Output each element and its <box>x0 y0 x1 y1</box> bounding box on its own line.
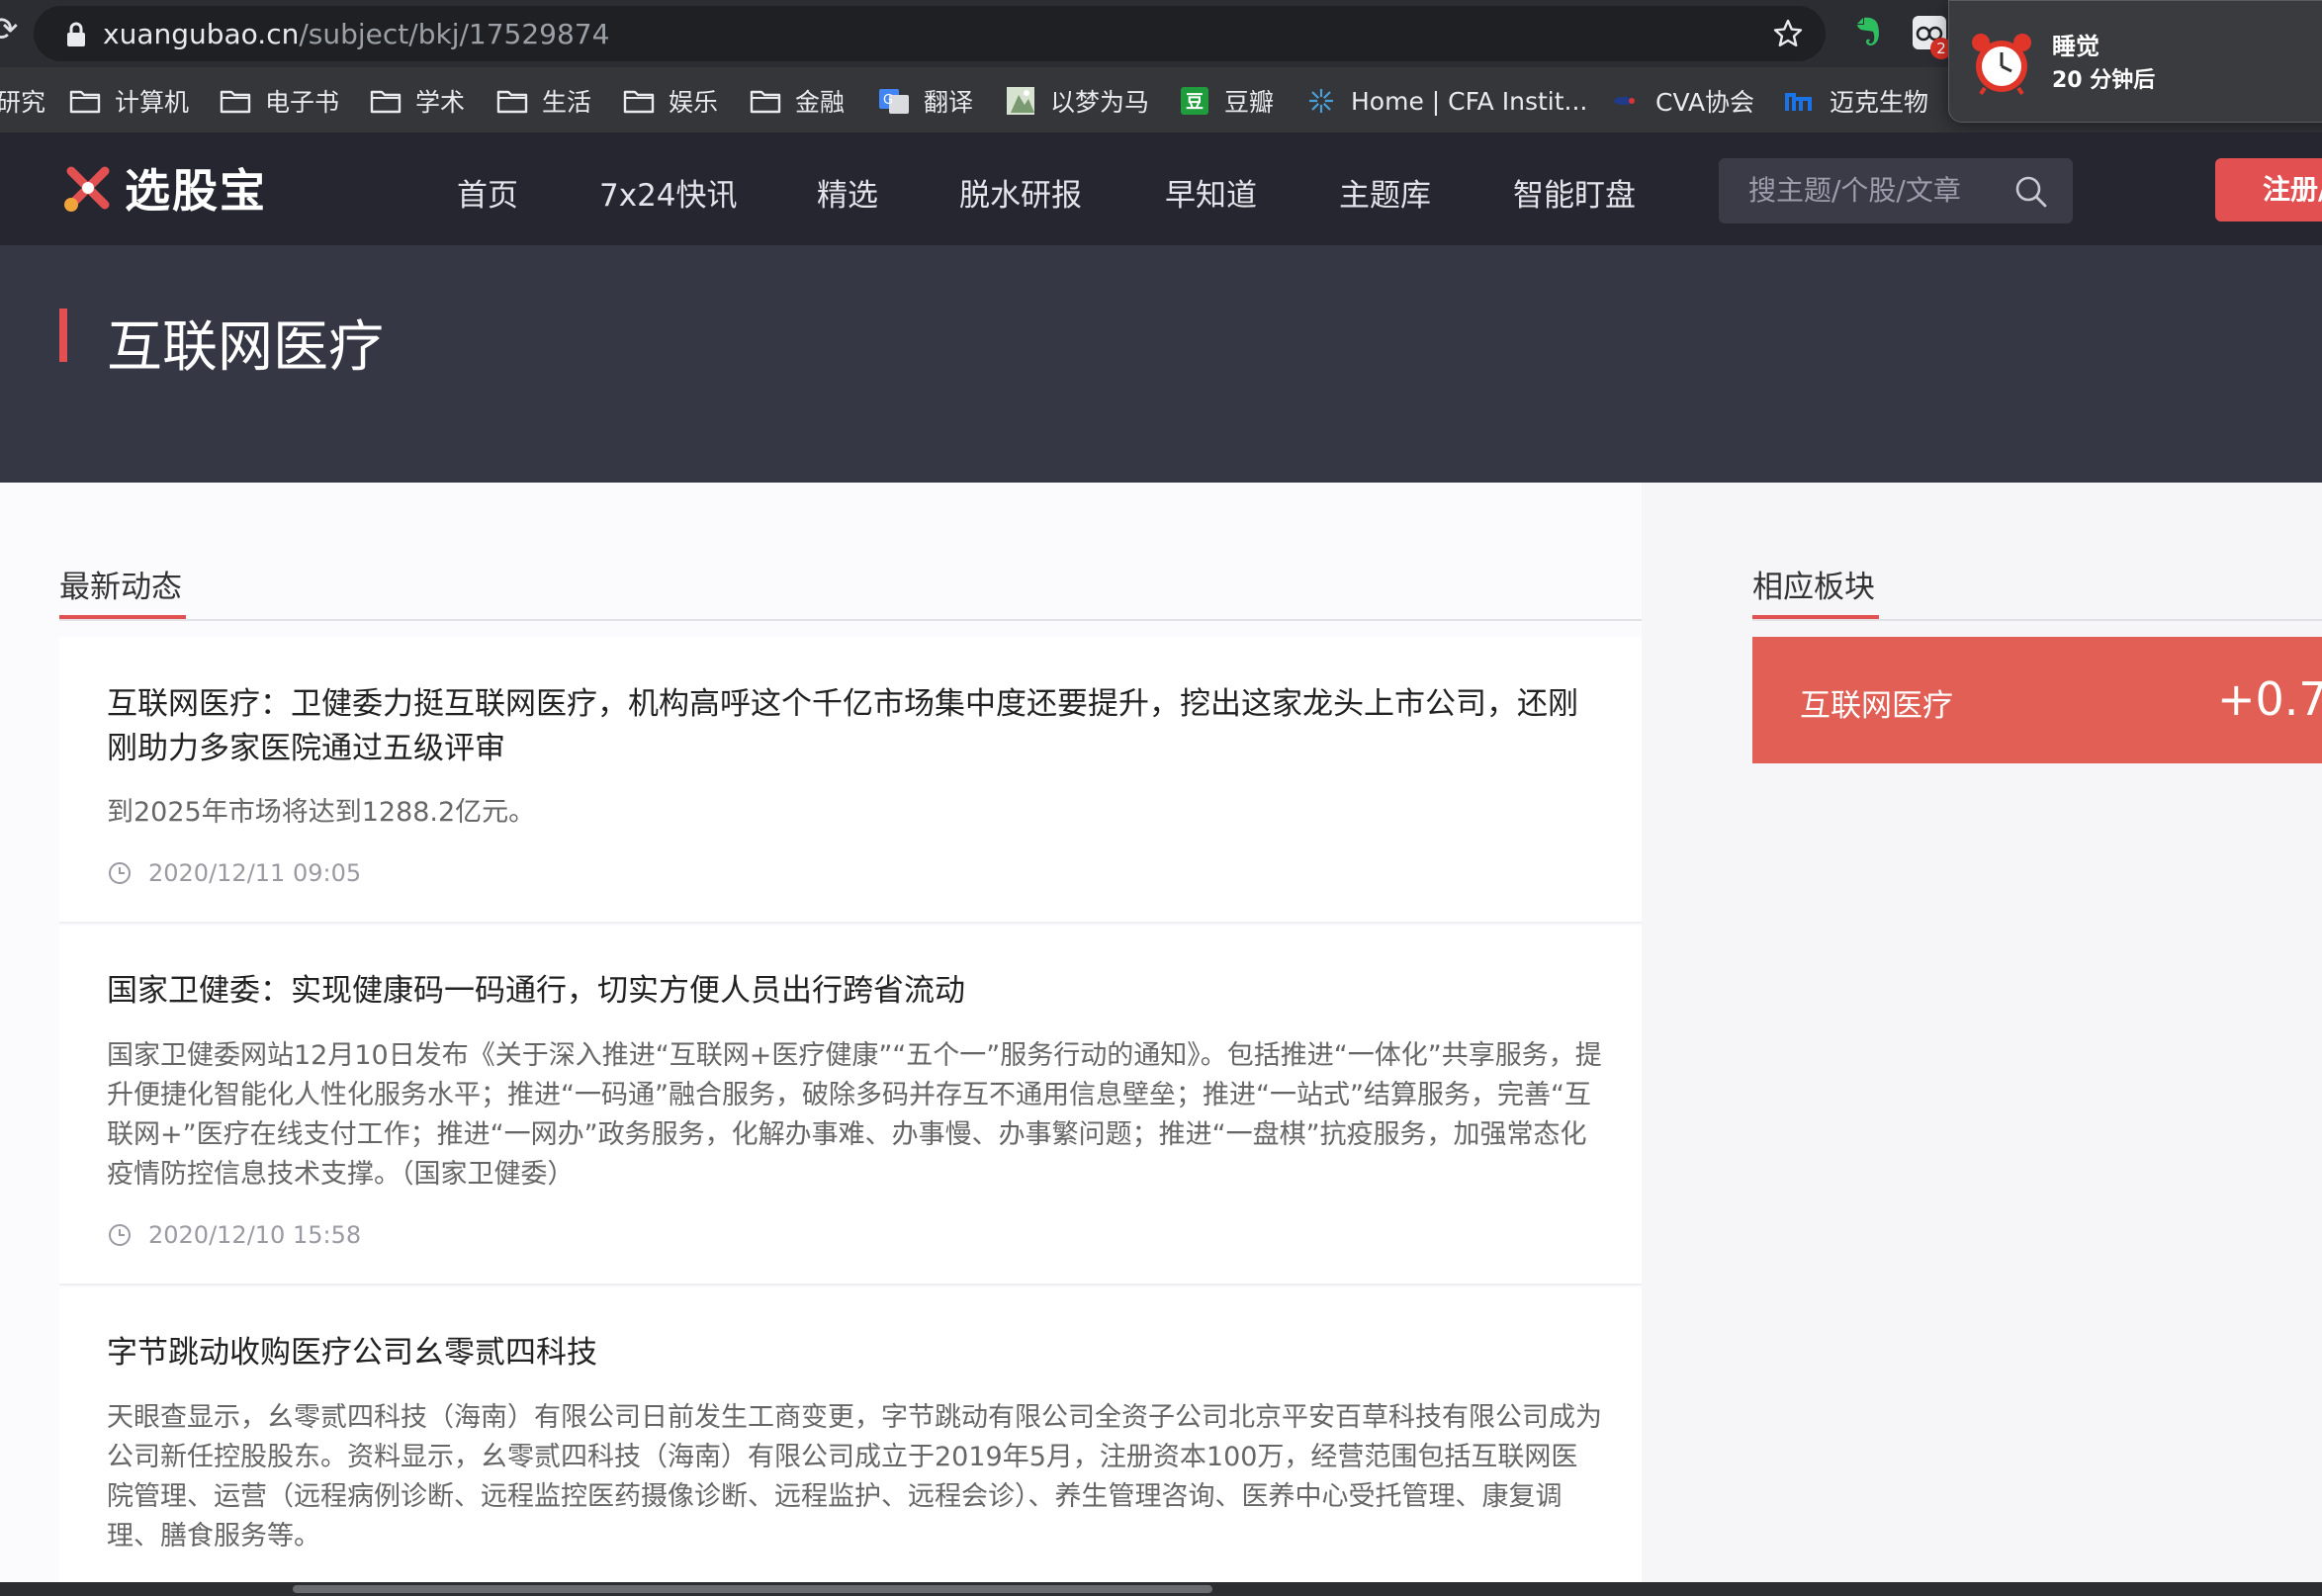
nav-morning-brief[interactable]: 早知道 <box>1165 170 1257 214</box>
folder-icon <box>750 90 781 114</box>
reminder-notification[interactable]: 睡觉 20 分钟后 <box>1948 0 2322 123</box>
url-text[interactable]: xuangubao.cn/subject/bkj/17529874 <box>103 18 609 50</box>
nav-home[interactable]: 首页 <box>457 170 518 214</box>
clock-icon <box>109 862 131 884</box>
bookmark-computer[interactable]: 计算机 <box>69 85 189 117</box>
folder-icon <box>220 90 251 114</box>
svg-text:G: G <box>883 93 893 108</box>
nav-smart-monitor[interactable]: 智能盯盘 <box>1513 170 1636 214</box>
bookmark-cva[interactable]: CVA协会 <box>1610 85 1754 117</box>
scrollbar-thumb[interactable] <box>293 1585 1212 1593</box>
news-summary: 到2025年市场将达到1288.2亿元。 <box>107 797 536 828</box>
timestamp-text: 2020/12/11 09:05 <box>148 859 362 887</box>
bookmark-academic[interactable]: 学术 <box>370 85 465 117</box>
bookmark-label: 金融 <box>795 88 846 117</box>
clock-icon <box>109 1224 131 1246</box>
bookmark-label: 娱乐 <box>669 88 719 117</box>
evernote-extension-icon[interactable] <box>1849 14 1885 49</box>
bookmark-label: 研究 <box>0 88 46 117</box>
translate-icon: G <box>879 89 909 114</box>
news-title[interactable]: 互联网医疗：卫健委力挺互联网医疗，机构高呼这个千亿市场集中度还要提升，挖出这家龙… <box>107 682 1602 771</box>
site-favicon <box>1007 87 1034 115</box>
douban-icon: 豆 <box>1181 87 1208 115</box>
nav-topic-library[interactable]: 主题库 <box>1339 170 1431 214</box>
nav-research[interactable]: 脱水研报 <box>959 170 1082 214</box>
horizontal-scrollbar[interactable] <box>0 1582 2322 1596</box>
bookmark-research[interactable]: 研究 <box>0 85 45 117</box>
site-logo[interactable]: 选股宝 <box>61 158 267 218</box>
reload-icon[interactable]: ⟳ <box>0 10 19 49</box>
feed-header: 最新动态 <box>59 562 1642 621</box>
bookmark-ebook[interactable]: 电子书 <box>220 85 339 117</box>
cfa-icon <box>1309 89 1333 113</box>
folder-icon <box>496 90 528 114</box>
notification-title: 睡觉 <box>2052 33 2099 60</box>
search-input[interactable] <box>1748 172 2006 208</box>
sector-card[interactable]: 互联网医疗 +0.7 <box>1752 637 2322 763</box>
alarm-clock-icon <box>1972 34 2031 96</box>
news-title[interactable]: 字节跳动收购医疗公司幺零贰四科技 <box>107 1331 1602 1375</box>
folder-icon <box>69 90 101 114</box>
bookmark-douban[interactable]: 豆 豆瓣 <box>1179 85 1274 117</box>
news-title[interactable]: 国家卫健委：实现健康码一码通行，切实方便人员出行跨省流动 <box>107 969 1602 1014</box>
sector-name: 互联网医疗 <box>1800 688 1953 724</box>
bookmark-translate[interactable]: G 翻译 <box>878 85 973 117</box>
timestamp-text: 2020/12/10 15:58 <box>148 1221 362 1249</box>
logo-text: 选股宝 <box>125 164 267 218</box>
news-summary: 天眼查显示，幺零贰四科技（海南）有限公司日前发生工商变更，字节跳动有限公司全资子… <box>107 1402 1602 1552</box>
bookmark-label: 迈克生物 <box>1830 88 1929 117</box>
page-title: 互联网医疗 <box>107 315 384 380</box>
bookmark-label: 电子书 <box>265 88 340 117</box>
logo-mark-icon <box>64 166 110 212</box>
bookmark-label: Home | CFA Instit... <box>1351 86 1588 116</box>
register-button[interactable]: 注册/ <box>2215 158 2322 222</box>
bookmark-label: 学术 <box>415 88 466 117</box>
news-card[interactable]: 国家卫健委：实现健康码一码通行，切实方便人员出行跨省流动 国家卫健委网站12月1… <box>59 926 1642 1286</box>
url-path: /subject/bkj/17529874 <box>299 18 610 50</box>
news-timestamp: 2020/12/10 15:58 <box>107 1220 361 1250</box>
topic-banner: 互联网医疗 <box>0 245 2322 483</box>
sector-heading: 相应板块 <box>1752 570 1875 605</box>
site-search <box>1719 158 2073 223</box>
site-header: 选股宝 首页 7x24快讯 精选 脱水研报 早知道 主题库 智能盯盘 注册/ <box>0 133 2322 245</box>
title-accent-bar <box>59 309 67 362</box>
sector-heading-underline <box>1752 615 1879 619</box>
active-tab-underline <box>59 615 186 619</box>
news-card[interactable]: 字节跳动收购医疗公司幺零贰四科技 天眼查显示，幺零贰四科技（海南）有限公司日前发… <box>59 1287 1642 1582</box>
bookmark-entertainment[interactable]: 娱乐 <box>623 85 718 117</box>
folder-icon <box>623 90 655 114</box>
nav-featured[interactable]: 精选 <box>817 170 878 214</box>
bookmark-dream[interactable]: 以梦为马 <box>1005 85 1149 117</box>
bookmark-cfa[interactable]: Home | CFA Instit... <box>1305 85 1587 117</box>
svg-text:豆: 豆 <box>1186 92 1204 113</box>
bookmark-maccura[interactable]: 迈克生物 <box>1784 85 1928 117</box>
bookmark-label: 计算机 <box>115 88 190 117</box>
bookmark-star-icon[interactable] <box>1772 18 1804 49</box>
bookmark-label: CVA协会 <box>1655 88 1755 117</box>
maccura-icon <box>1785 93 1812 111</box>
search-icon[interactable] <box>2013 174 2049 210</box>
bookmark-label: 生活 <box>542 88 592 117</box>
folder-icon <box>370 90 402 114</box>
nav-flash-news[interactable]: 7x24快讯 <box>599 170 738 214</box>
tab-latest[interactable]: 最新动态 <box>59 562 182 606</box>
bookmark-life[interactable]: 生活 <box>496 85 591 117</box>
bookmark-label: 以梦为马 <box>1050 88 1150 117</box>
sector-header: 相应板块 <box>1752 562 2322 621</box>
lock-icon <box>67 22 85 46</box>
address-bar[interactable]: xuangubao.cn/subject/bkj/17529874 <box>34 6 1826 61</box>
news-timestamp: 2020/12/11 09:05 <box>107 858 361 888</box>
cva-icon <box>1614 97 1635 105</box>
bookmark-label: 翻译 <box>924 88 974 117</box>
sector-change: +0.7 <box>2217 672 2322 726</box>
news-card[interactable]: 互联网医疗：卫健委力挺互联网医疗，机构高呼这个千亿市场集中度还要提升，挖出这家龙… <box>59 637 1642 924</box>
bookmark-label: 豆瓣 <box>1224 88 1275 117</box>
news-summary: 国家卫健委网站12月10日发布《关于深入推进“互联网+医疗健康”“五个一”服务行… <box>107 1040 1602 1190</box>
bookmark-finance[interactable]: 金融 <box>750 85 845 117</box>
notification-subtitle: 20 分钟后 <box>2052 68 2156 93</box>
url-host: xuangubao.cn <box>103 18 300 50</box>
